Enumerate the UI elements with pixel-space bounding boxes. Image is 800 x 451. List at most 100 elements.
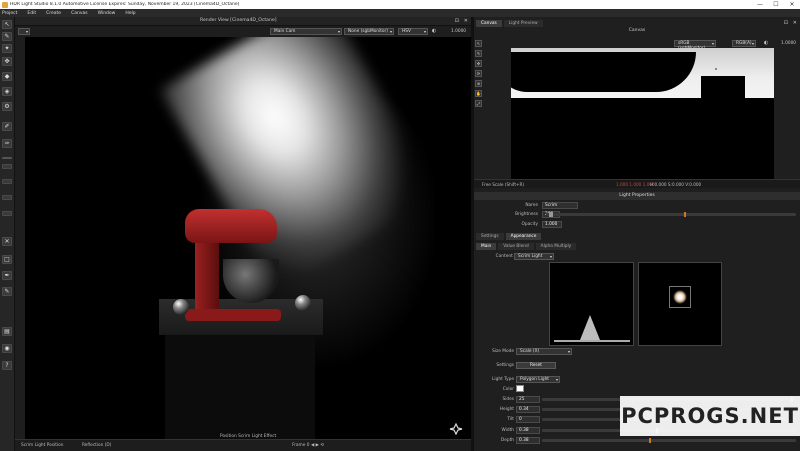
window-title: HDR Light Studio 8.1.0 Automotive Licens… (10, 2, 240, 7)
tab-appearance[interactable]: Appearance (505, 233, 542, 240)
exposure-icon[interactable]: ◐ (764, 40, 768, 46)
canvas-footer: Free Scale (Shift+R) 1.000 1.000 1.000 H… (474, 179, 800, 188)
light-handle[interactable] (715, 68, 717, 70)
minimize-button[interactable]: — (752, 1, 768, 8)
pen-icon[interactable]: ✒ (2, 271, 12, 280)
chrome-ball (173, 299, 189, 315)
rotate-icon[interactable]: ◈ (2, 87, 12, 96)
canvas-toolbar: ↖ ✎ ✥ ⟳ ⊕ ✋ ⤢ (474, 38, 484, 198)
brightness-slider[interactable] (546, 212, 796, 217)
subtab-alpha-multiply[interactable]: Alpha Multiply (535, 243, 577, 250)
menu-help[interactable]: Help (125, 11, 135, 16)
canvas-monitor-select[interactable]: sRGB (sgbMonitor) (674, 40, 716, 51)
menu-edit[interactable]: Edit (27, 11, 36, 16)
chrome-ball (295, 295, 311, 311)
brush-icon[interactable]: ✎ (2, 287, 12, 296)
height-field[interactable]: 0.34 (516, 406, 540, 413)
paint-icon[interactable]: ✎ (2, 32, 12, 41)
menu-canvas[interactable]: Canvas (71, 11, 88, 16)
pin-icon[interactable]: ⊡ (784, 20, 788, 26)
pan-icon[interactable]: ✋ (475, 90, 482, 97)
camera-icon[interactable]: ◉ (2, 344, 12, 353)
eyedropper-icon[interactable]: ✑ (2, 139, 12, 148)
zoom-icon[interactable]: ⊕ (475, 80, 482, 87)
profile-preview (549, 262, 634, 346)
light-icon[interactable]: ✦ (2, 44, 12, 53)
canvas-color-mode-select[interactable]: RGB(A) (732, 40, 756, 47)
play-controls-icon[interactable]: ◀ ▶ ⟲ (311, 443, 324, 448)
opacity-field[interactable]: 1.000 (542, 221, 562, 228)
size-mode-label: Size Mode (492, 349, 514, 354)
help-icon[interactable]: ? (2, 361, 12, 370)
canvas-image[interactable] (511, 48, 774, 179)
sides-field[interactable]: 25 (516, 396, 540, 403)
color-swatch[interactable] (516, 385, 524, 392)
subtab-main[interactable]: Main (476, 243, 497, 250)
width-field[interactable]: 0.38 (516, 427, 540, 434)
reflection-mode[interactable]: Reflection (D) (82, 443, 111, 448)
bar-tool-icon[interactable] (2, 179, 12, 184)
menu-bar: Project Edit Create Canvas Window Help (0, 9, 800, 17)
close-icon[interactable]: ✕ (464, 18, 468, 24)
render-tool-select[interactable] (18, 28, 30, 35)
select-icon[interactable]: ↖ (475, 40, 482, 47)
tab-canvas[interactable]: Canvas (476, 20, 502, 27)
toolbar-divider (2, 157, 12, 159)
mixer-base (185, 309, 281, 321)
gear-icon[interactable]: ⚙ (2, 102, 12, 111)
tab-light-preview[interactable]: Light Preview (503, 20, 543, 27)
close-icon[interactable]: ✕ (793, 20, 797, 26)
reset-button[interactable]: Reset (516, 362, 556, 369)
exposure-value[interactable]: 1.0000 (451, 29, 466, 34)
close-button[interactable]: ✕ (784, 1, 800, 8)
name-field[interactable]: Scrim (542, 202, 578, 209)
paint-icon[interactable]: ✎ (475, 50, 482, 57)
canvas-title: Canvas (628, 28, 646, 33)
move-icon[interactable]: ✥ (475, 60, 482, 67)
bar-tool-icon[interactable] (2, 195, 12, 200)
left-toolbar: ↖ ✎ ✦ ✥ ◆ ◈ ⚙ ✐ ✑ ✕ □ ✒ ✎ ▤ ◉ ? (0, 17, 15, 451)
light-position-mode[interactable]: Scrim Light Position (21, 443, 63, 448)
fit-icon[interactable]: ⤢ (475, 100, 482, 107)
tilt-field[interactable]: 0 (516, 416, 540, 423)
square-icon[interactable]: □ (2, 255, 12, 264)
bar-tool-icon[interactable] (2, 164, 12, 169)
maximize-button[interactable]: ☐ (768, 1, 784, 8)
width-label: Width (501, 428, 514, 433)
light-type-label: Light Type (492, 377, 514, 382)
color-mode-select[interactable]: HSV (398, 28, 428, 35)
free-scale-toggle[interactable]: Free Scale (Shift+R) (482, 182, 524, 187)
layers-icon[interactable]: ▤ (2, 327, 12, 336)
select-icon[interactable]: ↖ (2, 20, 12, 29)
monitor-select[interactable]: None (sgbMonitor) (344, 28, 394, 35)
depth-slider[interactable] (542, 438, 796, 443)
depth-field[interactable]: 0.38 (516, 437, 540, 444)
exposure-icon[interactable]: ◐ (432, 28, 436, 34)
render-view-footer: Scrim Light Position Reflection (D) Posi… (15, 434, 471, 451)
light-properties-header: Light Properties (474, 192, 800, 200)
size-mode-select[interactable]: Scale (X) (516, 348, 572, 355)
brush-icon[interactable]: ✐ (2, 122, 12, 131)
scale-icon[interactable]: ◆ (2, 72, 12, 81)
slider-marker (683, 212, 686, 217)
camera-select[interactable]: Main Cam (270, 28, 342, 35)
profile-baseline (554, 340, 630, 342)
pin-icon[interactable]: ⊡ (455, 18, 459, 24)
brightness-label: Brightness (515, 212, 538, 217)
tab-settings[interactable]: Settings (476, 233, 504, 240)
menu-window[interactable]: Window (98, 11, 116, 16)
slider-knob[interactable] (549, 212, 553, 217)
settings-label: Settings (496, 363, 514, 368)
render-viewport[interactable] (25, 37, 471, 439)
rotate-icon[interactable]: ⟳ (475, 70, 482, 77)
canvas-exposure-value[interactable]: 1.0000 (781, 41, 796, 46)
close-icon[interactable]: ✕ (2, 237, 12, 246)
content-type-select[interactable]: Scrim Light (514, 253, 554, 260)
menu-create[interactable]: Create (46, 11, 61, 16)
light-type-select[interactable]: Polygon Light (516, 376, 560, 383)
subtab-value-blend[interactable]: Value Blend (498, 243, 534, 250)
render-view-header: Render View [Cinema4D_Octane] ⊡ ✕ (15, 17, 471, 26)
move-icon[interactable]: ✥ (2, 57, 12, 66)
bar-tool-icon[interactable] (2, 211, 12, 216)
menu-project[interactable]: Project (2, 11, 17, 16)
